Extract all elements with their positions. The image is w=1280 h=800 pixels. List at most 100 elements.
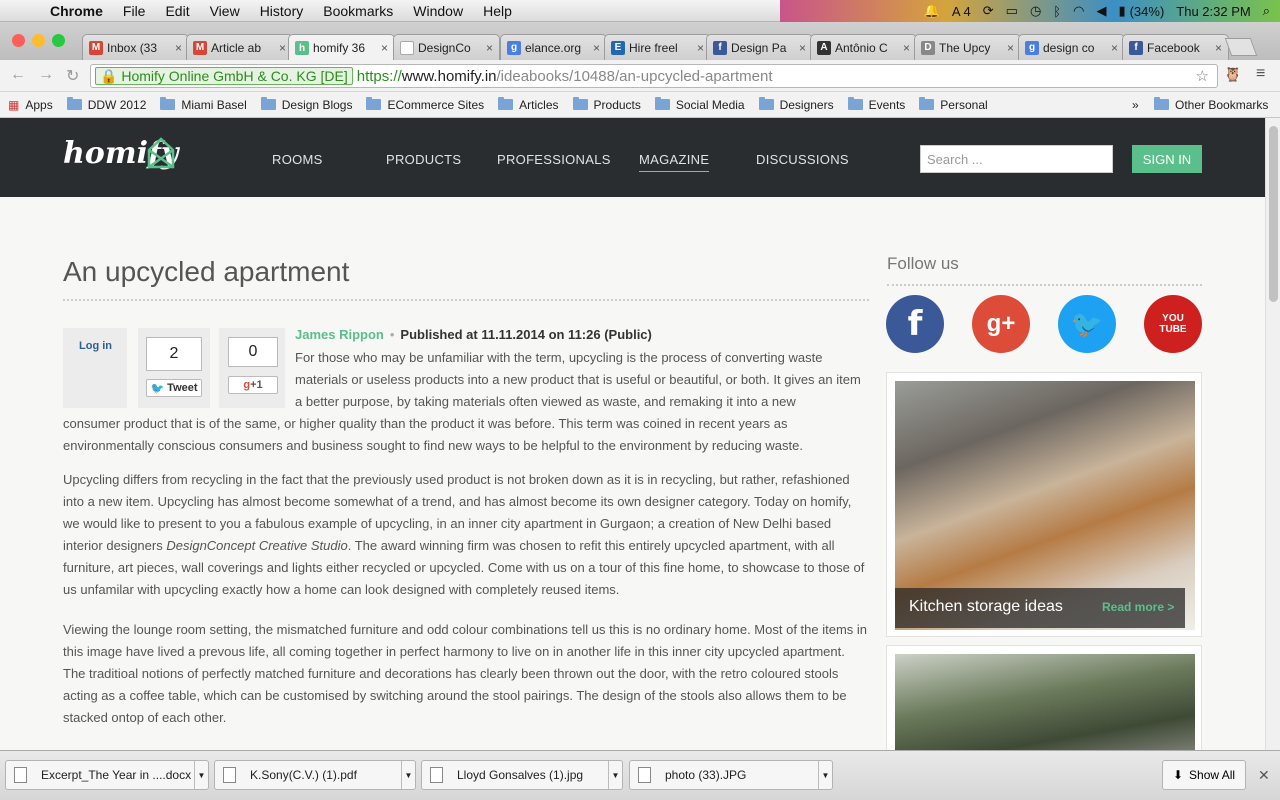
download-menu-icon[interactable]: ▼ [818, 761, 832, 789]
menu-edit[interactable]: Edit [165, 3, 189, 19]
download-menu-icon[interactable]: ▼ [608, 761, 622, 789]
browser-tab[interactable]: E Hire freel × [604, 34, 711, 60]
browser-tab[interactable]: f Design Pa × [706, 34, 813, 60]
nav-products[interactable]: PRODUCTS [386, 152, 461, 167]
minimize-window-button[interactable] [32, 34, 45, 47]
bookmark-folder[interactable]: Products [572, 97, 641, 112]
owl-extension-icon[interactable]: 🦉 [1224, 66, 1241, 83]
google-plus-icon[interactable]: g+ [972, 295, 1030, 353]
clock[interactable]: Thu 2:32 PM [1176, 4, 1250, 19]
bookmark-apps[interactable]: ▦ Apps [8, 98, 53, 112]
scrollbar-thumb[interactable] [1269, 126, 1278, 302]
close-tab-icon[interactable]: × [1111, 41, 1118, 55]
menu-app-name[interactable]: Chrome [50, 3, 103, 19]
bookmark-folder[interactable]: Personal [919, 97, 988, 112]
browser-tab[interactable]: g elance.org × [500, 34, 607, 60]
battery-icon[interactable]: ▮ [1118, 3, 1125, 19]
browser-tab[interactable]: M Inbox (33 × [82, 34, 189, 60]
display-icon[interactable]: ▭ [1006, 3, 1018, 19]
folder-icon [66, 97, 82, 110]
bluetooth-icon[interactable]: ᛒ [1053, 4, 1061, 19]
bookmark-folder[interactable]: Miami Basel [160, 97, 247, 112]
volume-icon[interactable]: ◀ [1096, 3, 1106, 19]
wifi-icon[interactable]: ◠ [1073, 3, 1084, 19]
browser-tab[interactable]: D The Upcy × [914, 34, 1021, 60]
close-tab-icon[interactable]: × [175, 41, 182, 55]
close-tab-icon[interactable]: × [697, 41, 704, 55]
close-downloads-icon[interactable]: ✕ [1258, 767, 1270, 784]
menu-history[interactable]: History [260, 3, 304, 19]
tweet-button[interactable]: 🐦 Tweet [146, 379, 202, 397]
menu-help[interactable]: Help [483, 3, 512, 19]
close-tab-icon[interactable]: × [1007, 41, 1014, 55]
download-item[interactable]: K.Sony(C.V.) (1).pdf ▼ [214, 760, 416, 790]
tab-title: Hire freel [629, 40, 678, 55]
forward-button-icon[interactable]: → [38, 66, 54, 84]
nav-rooms[interactable]: ROOMS [272, 152, 323, 167]
menu-file[interactable]: File [123, 3, 146, 19]
ev-certificate-badge[interactable]: 🔒 Homify Online GmbH & Co. KG [DE] [95, 67, 353, 85]
zoom-window-button[interactable] [52, 34, 65, 47]
close-tab-icon[interactable]: × [1215, 41, 1222, 55]
bookmark-folder[interactable]: Events [847, 97, 905, 112]
kitchen-storage-card[interactable]: Kitchen storage ideas Read more > [886, 372, 1202, 637]
new-tab-button[interactable] [1224, 38, 1258, 56]
nav-professionals[interactable]: PROFESSIONALS [497, 152, 611, 167]
download-menu-icon[interactable]: ▼ [194, 761, 208, 789]
browser-tab[interactable]: h homify 36 × [288, 34, 395, 61]
close-tab-icon[interactable]: × [903, 41, 910, 55]
author-link[interactable]: James Rippon [295, 327, 384, 342]
menu-bookmarks[interactable]: Bookmarks [323, 3, 393, 19]
reload-button-icon[interactable]: ↻ [66, 66, 79, 86]
browser-tab[interactable]: M Article ab × [186, 34, 293, 60]
sign-in-button[interactable]: SIGN IN [1132, 145, 1202, 173]
show-all-downloads-button[interactable]: ⬇ Show All [1162, 760, 1246, 790]
close-tab-icon[interactable]: × [279, 41, 286, 55]
menu-window[interactable]: Window [413, 3, 463, 19]
bookmark-folder[interactable]: DDW 2012 [66, 97, 146, 112]
facebook-icon[interactable]: f [886, 295, 944, 353]
bookmark-other[interactable]: Other Bookmarks [1154, 97, 1268, 112]
bookmark-folder[interactable]: ECommerce Sites [366, 97, 484, 112]
browser-tab[interactable]: f Facebook × [1122, 34, 1229, 60]
address-bar[interactable]: 🔒 Homify Online GmbH & Co. KG [DE] https… [90, 64, 1218, 88]
browser-tab[interactable]: A Antônio C × [810, 34, 917, 60]
sync-icon[interactable]: ⟳ [983, 3, 994, 19]
gplus-button[interactable]: g +1 [228, 376, 278, 394]
nav-discussions[interactable]: DISCUSSIONS [756, 152, 849, 167]
download-menu-icon[interactable]: ▼ [401, 761, 415, 789]
download-item[interactable]: Excerpt_The Year in ....docx ▼ [5, 760, 209, 790]
download-item[interactable]: Lloyd Gonsalves (1).jpg ▼ [421, 760, 623, 790]
search-input[interactable]: Search ... [920, 145, 1113, 173]
bookmark-folder[interactable]: Designers [758, 97, 834, 112]
close-tab-icon[interactable]: × [799, 41, 806, 55]
read-more-link[interactable]: Read more > [1102, 600, 1174, 614]
twitter-icon[interactable]: 🐦 [1058, 295, 1116, 353]
bookmark-star-icon[interactable]: ☆ [1196, 67, 1209, 85]
page-scrollbar[interactable] [1265, 118, 1280, 750]
youtube-icon[interactable]: YOU TUBE [1144, 295, 1202, 353]
bookmark-overflow-button[interactable]: » [1132, 98, 1139, 112]
garden-card[interactable] [886, 645, 1202, 750]
nav-magazine[interactable]: MAGAZINE [639, 152, 710, 172]
login-link[interactable]: Log in [79, 340, 112, 352]
adobe-icon[interactable]: A [952, 4, 961, 19]
browser-tab[interactable]: g design co × [1018, 34, 1125, 60]
bookmark-folder[interactable]: Social Media [654, 97, 745, 112]
close-window-button[interactable] [12, 34, 25, 47]
bookmark-folder[interactable]: Articles [498, 97, 559, 112]
notification-icon[interactable]: 🔔 [924, 3, 940, 19]
menu-view[interactable]: View [210, 3, 240, 19]
download-item[interactable]: photo (33).JPG ▼ [629, 760, 833, 790]
chrome-menu-icon[interactable]: ≡ [1256, 65, 1265, 83]
back-button-icon[interactable]: ← [10, 66, 26, 84]
spotlight-icon[interactable]: ⌕ [1263, 3, 1270, 19]
timemachine-icon[interactable]: ◷ [1030, 3, 1041, 19]
tab-title: DesignCo [418, 40, 471, 55]
close-tab-icon[interactable]: × [593, 41, 600, 55]
browser-tab[interactable]: DesignCo × [393, 34, 500, 60]
bookmark-folder[interactable]: Design Blogs [260, 97, 352, 112]
close-tab-icon[interactable]: × [486, 41, 493, 55]
bookmark-folder-label: Products [593, 97, 641, 112]
close-tab-icon[interactable]: × [381, 41, 388, 55]
